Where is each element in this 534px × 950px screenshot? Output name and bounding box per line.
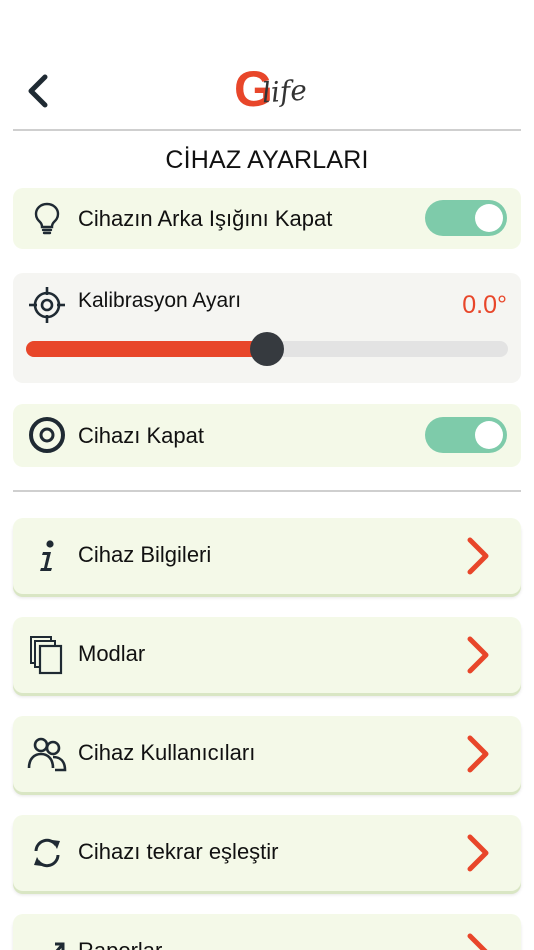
calibration-slider[interactable]	[26, 332, 508, 366]
chevron-left-icon	[28, 74, 48, 108]
sync-icon	[27, 833, 67, 873]
menu-item-device-info[interactable]: Cihaz Bilgileri	[13, 518, 521, 594]
glife-logo: G life	[232, 60, 322, 120]
menu-item-reports[interactable]: Raporlar	[13, 914, 521, 950]
menu-label: Cihazı tekrar eşleştir	[78, 839, 279, 864]
app-header: G life	[0, 0, 534, 130]
calibration-label: Kalibrasyon Ayarı	[78, 289, 242, 312]
logo-word: life	[260, 73, 308, 110]
menu-label: Cihaz Kullanıcıları	[78, 740, 256, 765]
toggle-knob	[475, 204, 503, 232]
power-off-setting-row: Cihazı Kapat	[13, 404, 521, 467]
backlight-toggle[interactable]	[425, 200, 507, 236]
chart-trend-icon	[27, 932, 67, 950]
backlight-setting-row: Cihazın Arka Işığını Kapat	[13, 188, 521, 249]
menu-label: Cihaz Bilgileri	[78, 542, 212, 567]
chevron-right-icon	[467, 834, 489, 872]
calibration-card: Kalibrasyon Ayarı 0.0°	[13, 273, 521, 383]
power-off-label: Cihazı Kapat	[78, 423, 204, 448]
info-icon	[27, 536, 67, 576]
menu-label: Raporlar	[78, 938, 162, 950]
lightbulb-icon	[27, 198, 67, 238]
menu-item-modes[interactable]: Modlar	[13, 617, 521, 693]
calibration-value: 0.0°	[462, 291, 507, 319]
chevron-right-icon	[467, 933, 488, 950]
menu-item-repair-device[interactable]: Cihazı tekrar eşleştir	[13, 815, 521, 891]
power-off-toggle[interactable]	[425, 417, 507, 453]
slider-fill	[26, 341, 267, 357]
section-divider	[13, 490, 521, 492]
layers-icon	[27, 635, 67, 675]
users-icon	[27, 734, 67, 774]
chevron-right-icon	[467, 735, 489, 773]
back-button[interactable]	[22, 72, 54, 110]
chevron-right-icon	[467, 636, 489, 674]
power-ring-icon	[27, 415, 67, 455]
crosshair-icon	[27, 285, 67, 325]
slider-thumb[interactable]	[250, 332, 284, 366]
menu-label: Modlar	[78, 641, 146, 666]
header-divider	[13, 129, 521, 131]
page-title: CİHAZ AYARLARI	[165, 146, 369, 174]
toggle-knob	[475, 421, 503, 449]
backlight-label: Cihazın Arka Işığını Kapat	[78, 206, 333, 231]
menu-item-device-users[interactable]: Cihaz Kullanıcıları	[13, 716, 521, 792]
chevron-right-icon	[467, 537, 489, 575]
